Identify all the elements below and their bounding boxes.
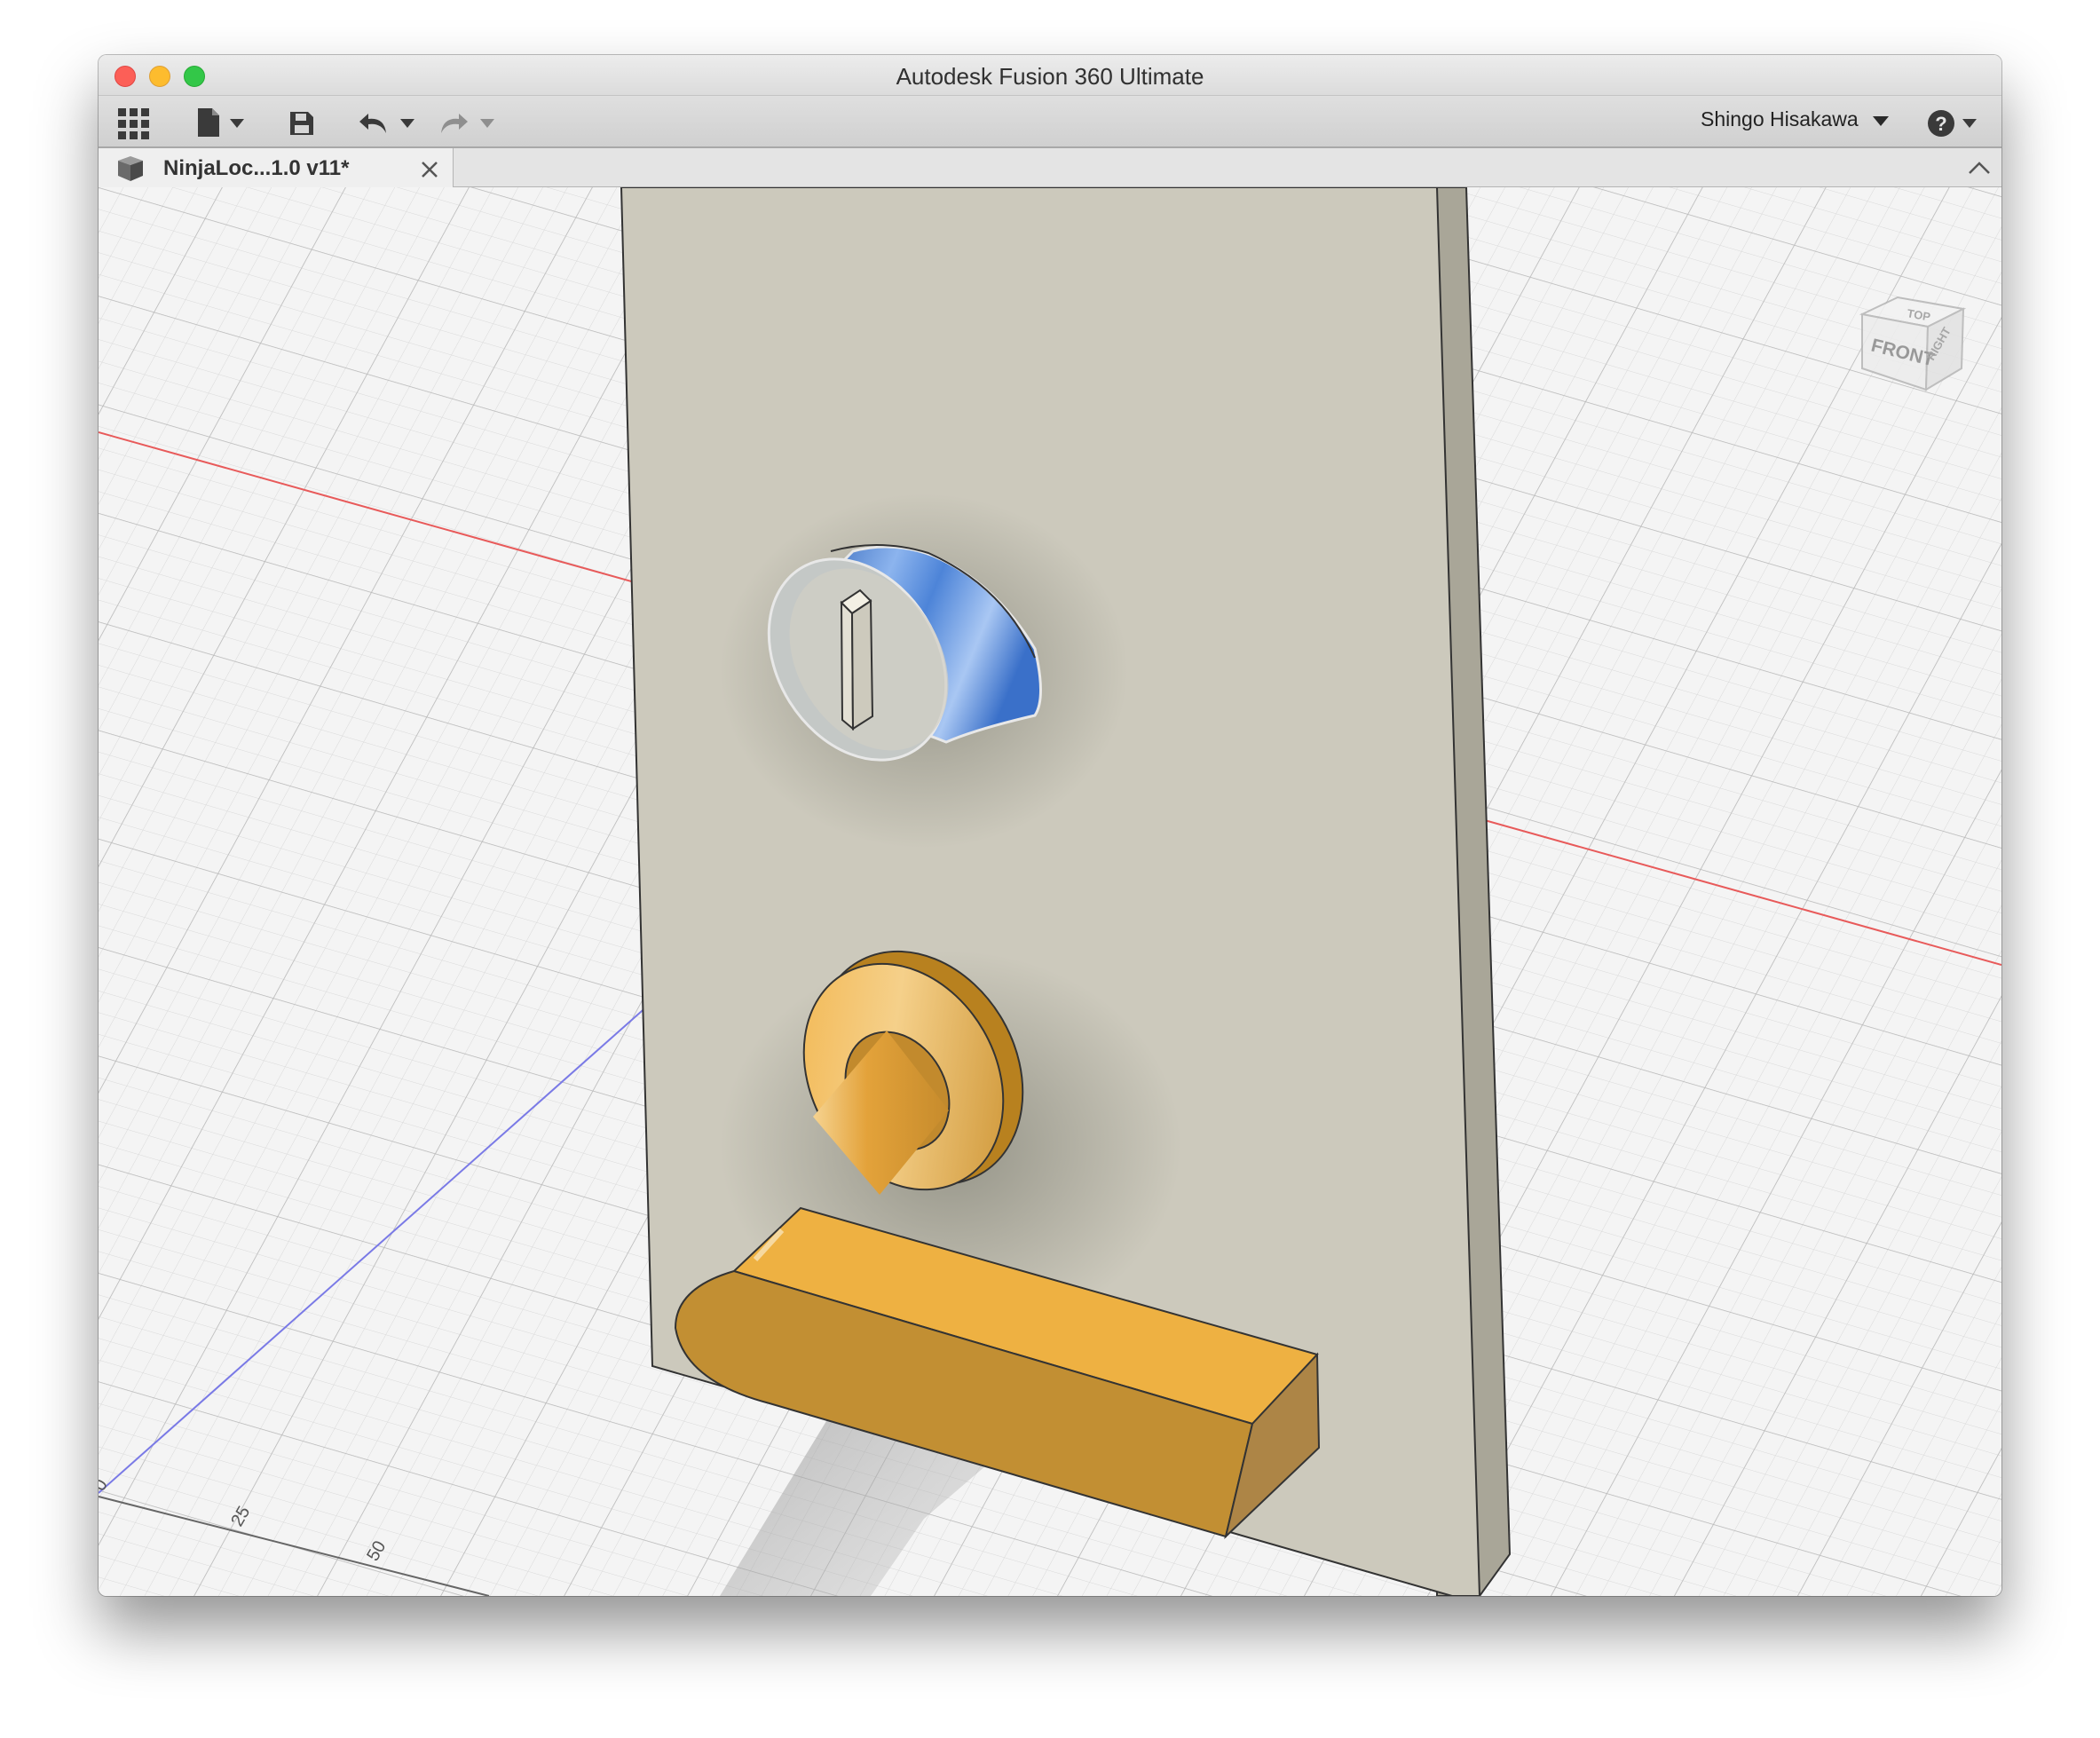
title-bar: Autodesk Fusion 360 Ultimate xyxy=(99,55,2001,95)
collapse-chevron-up-icon[interactable] xyxy=(1968,161,1991,175)
chevron-down-icon xyxy=(1873,115,1890,126)
thumbturn-key-side xyxy=(850,599,874,731)
toolbar: Shingo Hisakawa ? xyxy=(99,95,2001,148)
redo-button[interactable] xyxy=(438,110,501,137)
chevron-down-icon xyxy=(480,119,494,128)
document-tab-label: NinjaLoc...1.0 v11* xyxy=(163,156,350,180)
app-window: Autodesk Fusion 360 Ultimate Shingo Hisa… xyxy=(99,55,2001,1596)
undo-icon xyxy=(359,114,386,133)
chevron-down-icon xyxy=(1962,119,1977,128)
close-tab-icon[interactable] xyxy=(421,161,438,178)
window-title: Autodesk Fusion 360 Ultimate xyxy=(896,63,1204,90)
thumbturn-key-face xyxy=(840,600,855,731)
canvas-viewport[interactable]: 0 25 50 TOP FRONT RIGHT xyxy=(99,187,2001,1596)
chevron-down-icon xyxy=(400,119,414,128)
undo-button[interactable] xyxy=(358,110,422,137)
user-account-menu[interactable]: Shingo Hisakawa xyxy=(1701,107,1891,131)
chevron-down-icon xyxy=(230,119,244,128)
svg-text:?: ? xyxy=(1935,113,1946,135)
component-box-icon xyxy=(118,156,143,181)
document-tab-bar: NinjaLoc...1.0 v11* xyxy=(99,148,2001,187)
data-panel-grid-icon[interactable] xyxy=(118,108,150,140)
help-menu-button[interactable]: ? xyxy=(1927,108,1984,138)
document-tab[interactable]: NinjaLoc...1.0 v11* xyxy=(99,148,454,187)
redo-icon xyxy=(441,114,468,133)
file-menu-button[interactable] xyxy=(196,108,249,138)
user-name: Shingo Hisakawa xyxy=(1701,107,1859,130)
save-button[interactable] xyxy=(288,110,315,137)
